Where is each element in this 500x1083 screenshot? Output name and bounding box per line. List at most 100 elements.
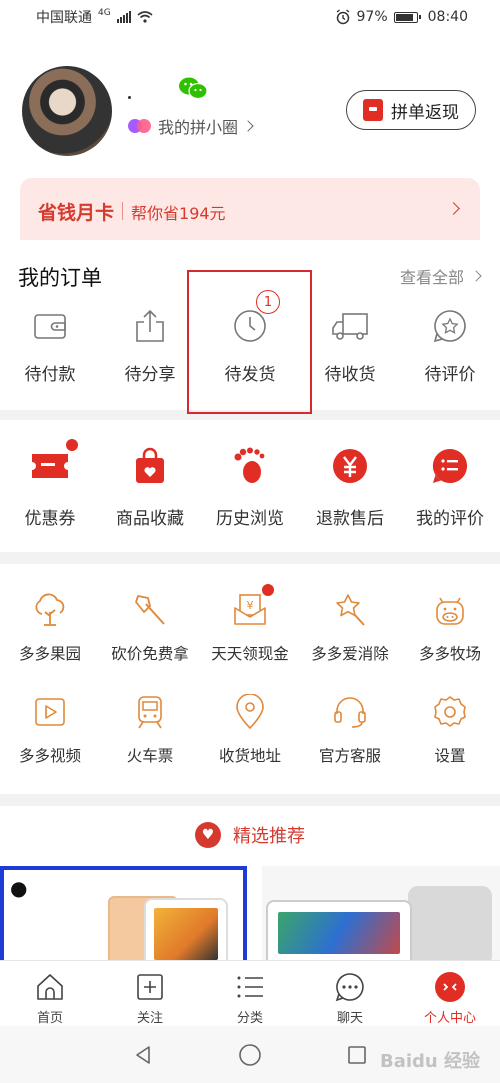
svg-text:¥: ¥ xyxy=(247,599,254,612)
tool-label: 多多爱消除 xyxy=(311,645,389,663)
recents-nav-icon[interactable] xyxy=(346,1044,368,1066)
tab-profile[interactable]: 个人中心 xyxy=(400,961,500,1026)
axe-icon xyxy=(130,590,170,630)
battery-icon xyxy=(393,11,421,23)
cashback-button[interactable]: 拼单返现 xyxy=(346,90,476,130)
tool-video[interactable]: 多多视频 xyxy=(0,692,100,766)
status-left: 中国联通 4G xyxy=(36,7,153,27)
refund-icon xyxy=(328,444,372,488)
tab-label: 关注 xyxy=(136,1011,163,1026)
service-coupons[interactable]: 优惠券 xyxy=(0,439,100,529)
home-nav-icon[interactable] xyxy=(238,1043,262,1067)
battery-percent: 97% xyxy=(356,9,388,25)
avatar[interactable] xyxy=(22,66,112,156)
category-icon xyxy=(234,971,266,1003)
home-icon xyxy=(34,971,66,1003)
highlight-annotation-box xyxy=(187,270,312,414)
tool-settings[interactable]: 设置 xyxy=(400,692,500,766)
review-icon xyxy=(430,306,470,346)
chat-icon xyxy=(334,971,366,1003)
system-nav-bar: Baidu 经验 xyxy=(0,1026,500,1083)
train-icon xyxy=(130,692,170,732)
tool-label: 设置 xyxy=(434,747,466,765)
cashback-label: 拼单返现 xyxy=(391,102,459,123)
order-pending-receipt[interactable]: 待收货 xyxy=(300,306,400,385)
divider xyxy=(122,202,124,220)
tab-label: 首页 xyxy=(36,1011,63,1026)
tool-label: 多多牧场 xyxy=(418,645,481,663)
tree-icon xyxy=(30,590,70,630)
follow-icon xyxy=(134,971,166,1003)
product-image xyxy=(266,900,412,966)
order-label: 待分享 xyxy=(124,365,176,385)
order-label: 待收货 xyxy=(324,365,376,385)
service-history[interactable]: 历史浏览 xyxy=(200,444,300,529)
tab-chat[interactable]: 聊天 xyxy=(300,961,400,1026)
alarm-icon xyxy=(336,9,349,25)
service-label: 历史浏览 xyxy=(216,509,284,529)
tools-row-1: 多多果园 砍价免费拿 ¥ 天天领现金 多多爱消除 多多牧场 xyxy=(0,584,500,664)
order-pending-review[interactable]: 待评价 xyxy=(400,306,500,385)
tab-follow[interactable]: 关注 xyxy=(100,961,200,1026)
tool-match-game[interactable]: 多多爱消除 xyxy=(300,590,400,664)
tool-customer-service[interactable]: 官方客服 xyxy=(300,692,400,766)
product-card[interactable]: ● xyxy=(0,866,247,966)
savings-card-subtitle: 帮你省194元 xyxy=(131,204,226,223)
headset-icon xyxy=(330,692,370,732)
tab-label: 个人中心 xyxy=(423,1011,476,1026)
status-right: 97% 08:40 xyxy=(335,9,468,25)
service-my-reviews[interactable]: 我的评价 xyxy=(400,444,500,529)
tool-ranch[interactable]: 多多牧场 xyxy=(400,590,500,664)
star-wand-icon xyxy=(330,590,370,630)
clock-time: 08:40 xyxy=(427,9,468,25)
product-image xyxy=(144,898,228,966)
favorite-bag-icon xyxy=(128,444,172,488)
services-section: 优惠券 商品收藏 历史浏览 退款售后 我的评价 xyxy=(0,420,500,552)
comment-icon xyxy=(428,444,472,488)
service-refund[interactable]: 退款售后 xyxy=(300,444,400,529)
wallet-icon xyxy=(30,306,70,346)
service-label: 退款售后 xyxy=(316,509,384,529)
tab-category[interactable]: 分类 xyxy=(200,961,300,1026)
settings-icon xyxy=(430,692,470,732)
recommend-header: ♥ 精选推荐 xyxy=(0,822,500,848)
tool-label: 收货地址 xyxy=(218,747,281,765)
service-favorites[interactable]: 商品收藏 xyxy=(100,444,200,529)
service-label: 商品收藏 xyxy=(116,509,184,529)
wifi-icon xyxy=(137,11,153,23)
my-circle-link[interactable]: 我的拼小圈 xyxy=(128,114,254,138)
order-pending-payment[interactable]: 待付款 xyxy=(0,306,100,385)
username-placeholder xyxy=(128,96,131,99)
order-pending-share[interactable]: 待分享 xyxy=(100,306,200,385)
profile-icon xyxy=(434,971,466,1003)
apple-logo-icon: ● xyxy=(10,876,28,900)
tab-label: 聊天 xyxy=(336,1011,363,1026)
location-icon xyxy=(230,692,270,732)
notification-dot xyxy=(262,584,274,596)
footprint-icon xyxy=(228,444,272,488)
tool-label: 火车票 xyxy=(126,747,174,765)
heart-icon: ♥ xyxy=(195,822,221,848)
back-nav-icon[interactable] xyxy=(132,1044,154,1066)
view-all-label: 查看全部 xyxy=(399,268,464,287)
tool-train-tickets[interactable]: 火车票 xyxy=(100,692,200,766)
tab-home[interactable]: 首页 xyxy=(0,961,100,1026)
profile-header: 我的拼小圈 拼单返现 省钱月卡 帮你省194元 xyxy=(0,34,500,260)
watermark: Baidu 经验 xyxy=(379,1051,480,1072)
order-label: 待评价 xyxy=(424,365,476,385)
tools-row-2: 多多视频 火车票 收货地址 官方客服 设置 xyxy=(0,692,500,766)
tool-daily-cash[interactable]: ¥ 天天领现金 xyxy=(200,584,300,664)
truck-icon xyxy=(330,306,370,346)
tool-orchard[interactable]: 多多果园 xyxy=(0,590,100,664)
tool-bargain[interactable]: 砍价免费拿 xyxy=(100,590,200,664)
cow-icon xyxy=(430,590,470,630)
notification-dot xyxy=(66,439,78,451)
product-card[interactable] xyxy=(262,866,500,966)
wechat-icon xyxy=(179,77,208,100)
tab-label: 分类 xyxy=(236,1011,263,1026)
chevron-right-icon xyxy=(447,202,460,215)
view-all-orders-link[interactable]: 查看全部 xyxy=(399,264,482,288)
coupon-icon xyxy=(28,444,72,488)
tool-address[interactable]: 收货地址 xyxy=(200,692,300,766)
chevron-right-icon xyxy=(242,120,254,132)
